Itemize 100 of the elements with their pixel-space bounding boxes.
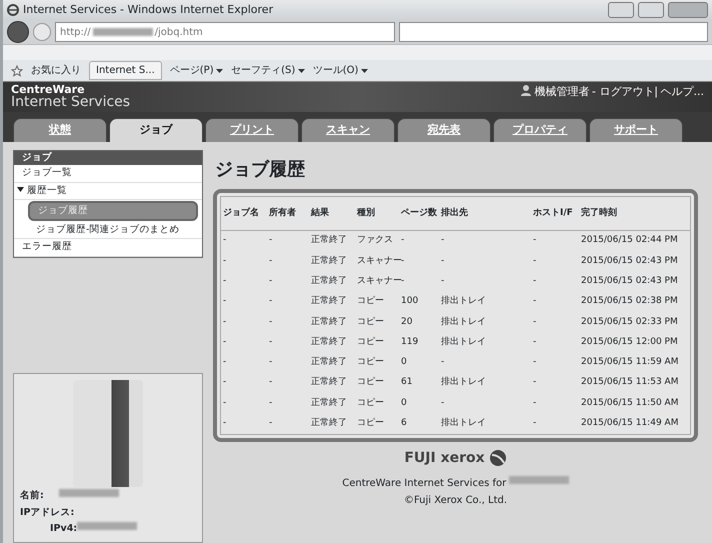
table-cell-text: - <box>269 316 274 329</box>
table-cell-text: 6 <box>401 417 408 430</box>
table-cell-text: - <box>533 336 538 349</box>
table-cell-text: 100 <box>401 295 420 308</box>
table-cell-text: スキャナー <box>357 254 399 268</box>
column-header: ジョブ名 <box>223 206 260 220</box>
table-cell-text: - <box>269 417 274 430</box>
table-cell-text: コピー <box>357 356 385 370</box>
table-cell-text: 2015/06/15 02:33 PM <box>581 316 679 329</box>
page-title: ジョブ履歴 <box>215 158 306 182</box>
table-cell-text: 排出トレイ <box>441 336 487 349</box>
star-icon <box>11 64 23 76</box>
table-cell-text: 2015/06/15 11:59 AM <box>581 356 680 370</box>
table-cell-text: 正常終了 <box>311 396 348 410</box>
table-cell-text: - <box>223 356 228 370</box>
forward-button[interactable] <box>33 23 51 41</box>
column-header: 種別 <box>357 206 376 220</box>
table-cell-text: - <box>533 295 538 308</box>
column-header: 所有者 <box>269 206 297 220</box>
table-cell-text: コピー <box>357 336 385 349</box>
table-cell-text: 正常終了 <box>311 295 348 308</box>
column-header: ページ数 <box>401 206 438 220</box>
table-cell-text: 2015/06/15 02:38 PM <box>581 295 679 308</box>
sidebar-item[interactable]: エラー履歴 <box>14 239 202 256</box>
sidebar-item[interactable]: ジョブ履歴-関連ジョブのまとめ <box>14 222 202 240</box>
menu-item[interactable]: ページ(P) <box>170 63 224 78</box>
table-cell-text: - <box>269 274 274 288</box>
table-cell-text: 2015/06/15 11:53 AM <box>581 376 680 390</box>
table-cell-text: - <box>269 356 274 370</box>
sidebar-item[interactable]: 履歴一覧 <box>14 182 202 200</box>
table-cell-text: スキャナー <box>357 274 399 288</box>
table-cell-text: - <box>533 316 538 329</box>
caret-icon <box>298 68 305 74</box>
table-cell-text: - <box>533 356 538 370</box>
table-cell-text: - <box>533 254 538 268</box>
table-cell-text: - <box>223 295 228 308</box>
table-cell-text: 正常終了 <box>311 376 348 390</box>
table-cell-text: 正常終了 <box>311 274 348 288</box>
url-text: /jobq.htm <box>154 26 203 40</box>
window-title: Internet Services - Windows Internet Explorer <box>23 2 274 18</box>
table-cell-text: - <box>401 274 406 288</box>
table-cell-text: 0 <box>401 396 408 410</box>
table-cell-text: - <box>401 254 406 268</box>
redacted-text <box>77 522 138 530</box>
table-cell-text: 2015/06/15 02:43 PM <box>581 254 679 268</box>
favorites-link[interactable]: お気に入り <box>31 63 81 78</box>
table-cell-text: - <box>441 396 446 410</box>
table-cell-text: - <box>441 274 446 288</box>
column-header: 完了時刻 <box>581 206 618 220</box>
browser-tab[interactable]: Internet S... <box>89 61 162 80</box>
field-label: 名前: <box>20 489 44 504</box>
table-cell-text: - <box>533 376 538 390</box>
column-header: ホストI/F <box>533 206 574 220</box>
close-button[interactable] <box>668 2 708 18</box>
table-cell-text: 排出トレイ <box>441 417 487 430</box>
table-cell-text: 正常終了 <box>311 316 348 329</box>
globe-logo-icon <box>488 449 507 468</box>
menu-item[interactable]: ツール(O) <box>312 63 368 78</box>
redacted-text <box>508 476 569 484</box>
table-cell-text: 排出トレイ <box>441 316 487 329</box>
column-header: 排出先 <box>441 206 469 220</box>
redacted-text <box>92 28 153 36</box>
search-field[interactable] <box>399 22 708 42</box>
back-button[interactable] <box>7 21 29 43</box>
table-cell-text: - <box>269 295 274 308</box>
table-cell-text: - <box>269 396 274 410</box>
table-cell-text: 正常終了 <box>311 254 348 268</box>
header-link[interactable]: - ログアウト| <box>592 84 658 100</box>
table-cell-text: 正常終了 <box>311 356 348 370</box>
brand-text: Internet Services <box>11 95 130 110</box>
header-link[interactable]: ヘルプ... <box>660 84 704 100</box>
address-field[interactable]: http:// /jobq.htm <box>55 22 395 42</box>
sidebar-title: ジョブ <box>14 151 202 166</box>
caret-icon <box>216 68 224 74</box>
logo-text: FUJI xerox <box>404 448 485 468</box>
table-cell-text: 0 <box>401 356 408 370</box>
table-cell-text: コピー <box>357 376 385 390</box>
table-cell-text: 2015/06/15 12:00 PM <box>581 336 679 349</box>
table-cell-text: コピー <box>357 295 385 308</box>
table-cell-text: - <box>223 376 228 390</box>
table-cell-text: - <box>441 356 446 370</box>
table-cell-text: コピー <box>357 417 385 430</box>
table-cell-text: - <box>269 234 274 248</box>
table-cell-text: 2015/06/15 02:43 PM <box>581 274 679 288</box>
nav-tab[interactable]: ジョブ <box>109 118 203 142</box>
table-cell-text: - <box>223 254 228 268</box>
table-cell-text: - <box>533 396 538 410</box>
menu-item[interactable]: セーフティ(S) <box>231 63 305 78</box>
table-cell-text: - <box>441 234 446 248</box>
url-text: http:// <box>60 26 91 40</box>
minimize-button[interactable] <box>608 2 634 18</box>
copyright-text: ©Fuji Xerox Co., Ltd. <box>404 494 508 508</box>
sidebar-item[interactable]: ジョブ一覧 <box>14 165 202 182</box>
footer-text: CentreWare Internet Services for <box>342 476 506 491</box>
maximize-button[interactable] <box>638 2 664 18</box>
table-cell-text: - <box>223 336 228 349</box>
table-cell-text: コピー <box>357 396 385 410</box>
table-cell-text: 排出トレイ <box>441 376 487 390</box>
table-cell-text: 119 <box>401 336 420 349</box>
table-cell-text: - <box>223 396 228 410</box>
